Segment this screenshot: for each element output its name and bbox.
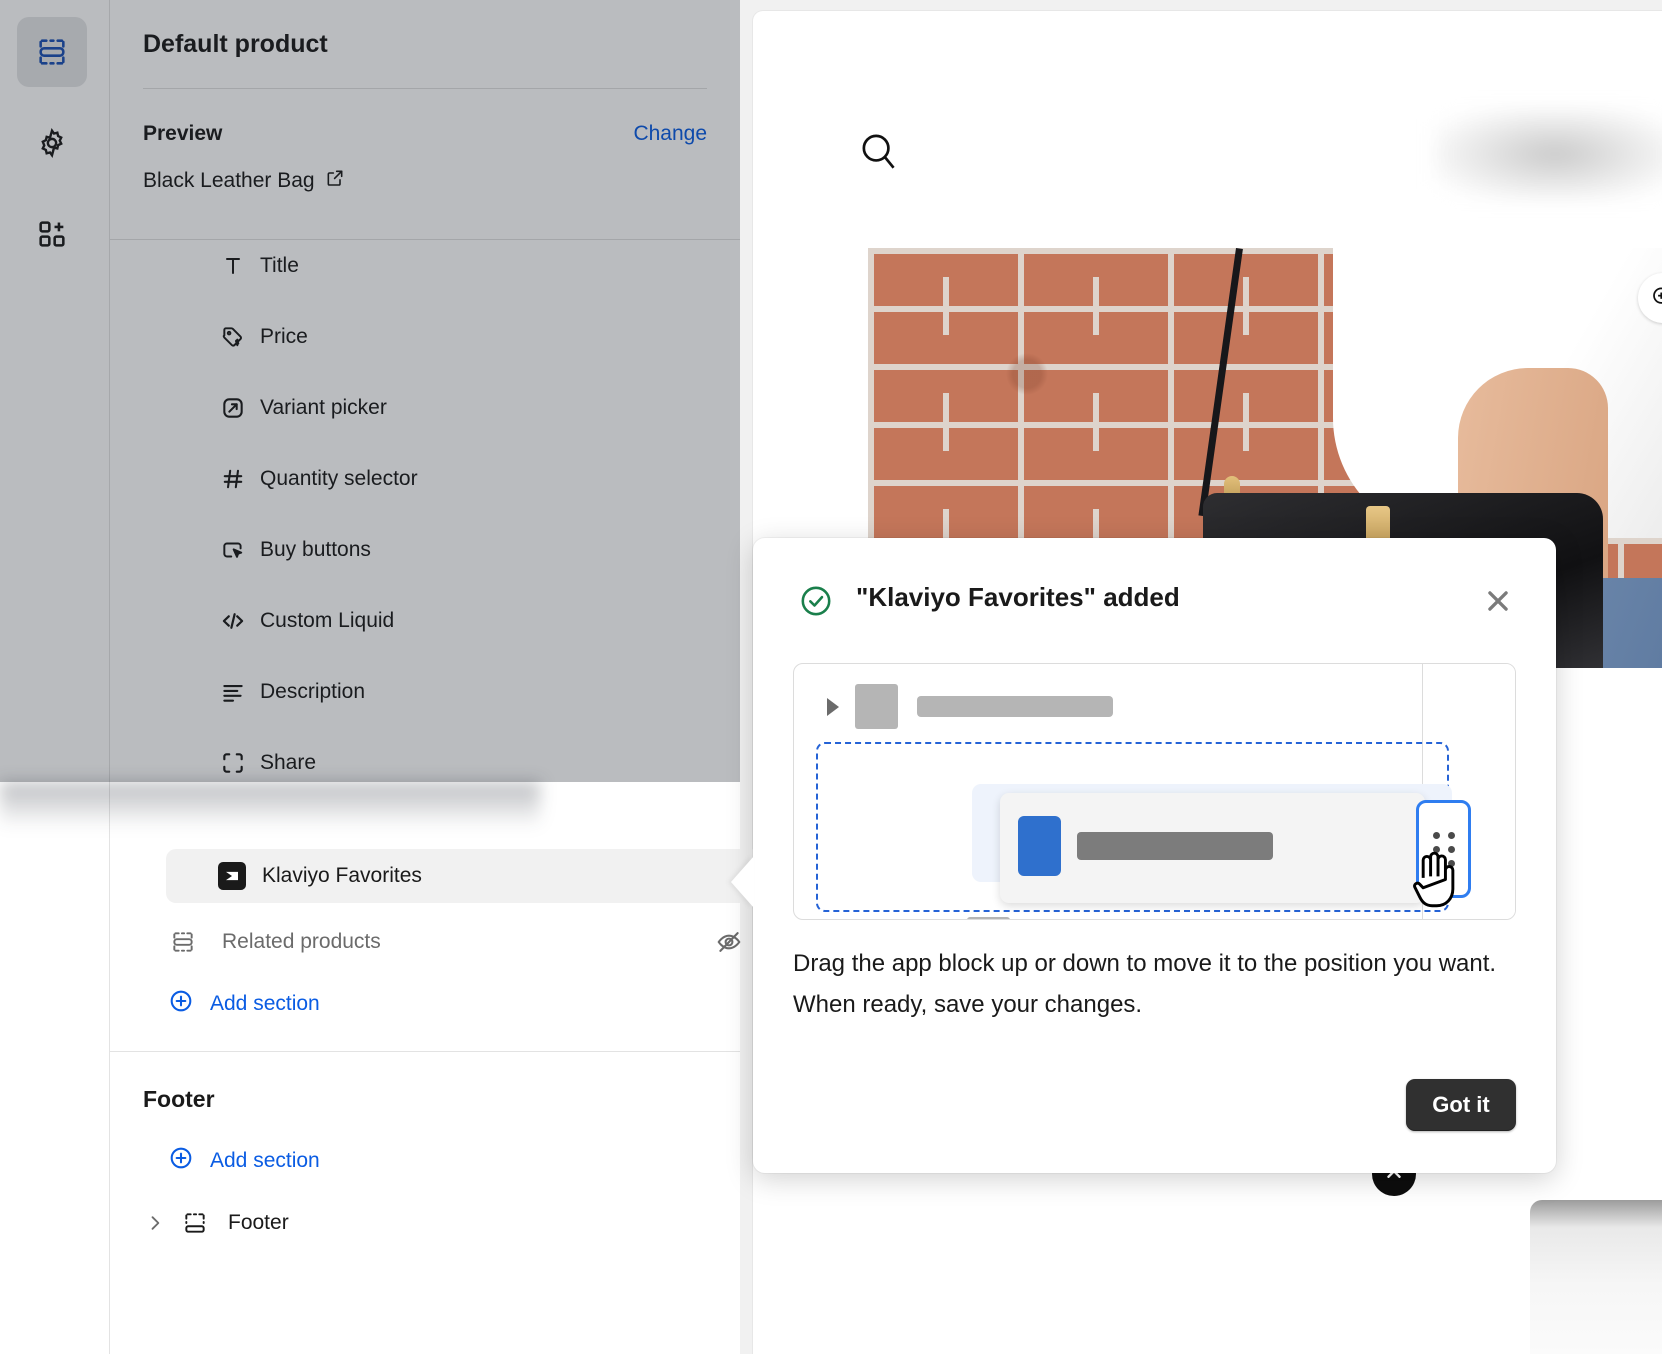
block-item-description[interactable]: Description <box>110 656 740 727</box>
block-item-custom-liquid[interactable]: Custom Liquid <box>110 585 740 656</box>
drag-illustration <box>793 663 1516 920</box>
block-item-buy-buttons[interactable]: Buy buttons <box>110 514 740 585</box>
block-item-title[interactable]: Title <box>110 230 740 301</box>
theme-editor-panel: Default product Preview Change Black Lea… <box>0 0 740 1354</box>
share-frame-icon <box>218 748 248 778</box>
preview-product-value[interactable]: Black Leather Bag <box>143 168 345 194</box>
product-block-list: Title Price <box>110 230 740 798</box>
sections-icon[interactable] <box>17 17 87 87</box>
preview-product-name: Black Leather Bag <box>143 169 315 193</box>
text-lines-icon <box>218 677 248 707</box>
text-title-icon <box>218 251 248 281</box>
chevron-right-icon[interactable] <box>142 1213 168 1233</box>
preview-label: Preview <box>143 122 222 146</box>
block-item-quantity-selector[interactable]: Quantity selector <box>110 443 740 514</box>
klaviyo-app-icon <box>218 862 246 890</box>
triangle-right-icon <box>827 698 839 716</box>
group-title-footer: Footer <box>143 1086 215 1113</box>
variant-picker-icon <box>218 393 248 423</box>
block-label: Share <box>260 751 316 775</box>
popover-arrow <box>731 856 754 908</box>
section-item-footer[interactable]: Footer <box>142 1200 542 1246</box>
add-section-button-product[interactable]: Add section <box>168 982 468 1026</box>
eye-hidden-icon[interactable] <box>715 928 743 956</box>
block-label: Quantity selector <box>260 467 418 491</box>
block-item-price[interactable]: Price <box>110 301 740 372</box>
close-x-icon[interactable] <box>1480 583 1516 619</box>
section-icon <box>180 1210 210 1236</box>
editor-icon-rail <box>0 0 110 1354</box>
block-label: Price <box>260 325 308 349</box>
app-block-label: Klaviyo Favorites <box>262 864 422 888</box>
success-check-icon <box>798 583 834 619</box>
section-icon <box>168 927 198 957</box>
app-block-klaviyo-favorites[interactable]: Klaviyo Favorites <box>166 849 761 903</box>
settings-gear-icon[interactable] <box>17 108 87 178</box>
divider <box>110 1051 740 1052</box>
code-icon <box>218 606 248 636</box>
cursor-button-icon <box>218 535 248 565</box>
dragged-block-label-bar <box>1077 832 1273 860</box>
block-label: Custom Liquid <box>260 609 394 633</box>
newsletter-band <box>1530 1200 1662 1354</box>
popover-title: "Klaviyo Favorites" added <box>856 582 1180 613</box>
sections-panel: Default product Preview Change Black Lea… <box>110 0 740 1354</box>
page-title: Default product <box>143 30 328 59</box>
divider <box>143 88 707 89</box>
dragged-block-icon <box>1018 816 1061 876</box>
block-label: Variant picker <box>260 396 387 420</box>
plus-circle-icon <box>168 1145 194 1177</box>
illustration-placeholder-square <box>967 917 1010 920</box>
blurred-header-region <box>1435 109 1662 199</box>
hand-cursor-icon <box>1406 847 1462 915</box>
illustration-placeholder-bar <box>917 696 1113 717</box>
block-label: Title <box>260 254 299 278</box>
illustration-placeholder-square <box>855 684 898 729</box>
block-item-share[interactable]: Share <box>110 727 740 798</box>
block-label: Buy buttons <box>260 538 371 562</box>
got-it-button[interactable]: Got it <box>1406 1079 1516 1131</box>
add-section-button-footer[interactable]: Add section <box>168 1139 468 1183</box>
block-item-variant-picker[interactable]: Variant picker <box>110 372 740 443</box>
app-block-added-popover: "Klaviyo Favorites" added <box>753 538 1556 1173</box>
section-label: Footer <box>228 1211 289 1235</box>
section-item-related-products[interactable]: Related products <box>168 918 763 966</box>
search-icon[interactable] <box>856 129 902 175</box>
price-tag-icon <box>218 322 248 352</box>
add-section-label: Add section <box>210 992 320 1016</box>
section-label: Related products <box>222 930 381 954</box>
popover-body-text: Drag the app block up or down to move it… <box>793 943 1520 1025</box>
app-root: SIGN UP! <box>0 0 1662 1354</box>
add-section-label: Add section <box>210 1149 320 1173</box>
hash-icon <box>218 464 248 494</box>
external-link-icon[interactable] <box>325 168 345 194</box>
plus-circle-icon <box>168 988 194 1020</box>
apps-add-icon[interactable] <box>17 199 87 269</box>
change-preview-link[interactable]: Change <box>633 122 707 146</box>
block-label: Description <box>260 680 365 704</box>
